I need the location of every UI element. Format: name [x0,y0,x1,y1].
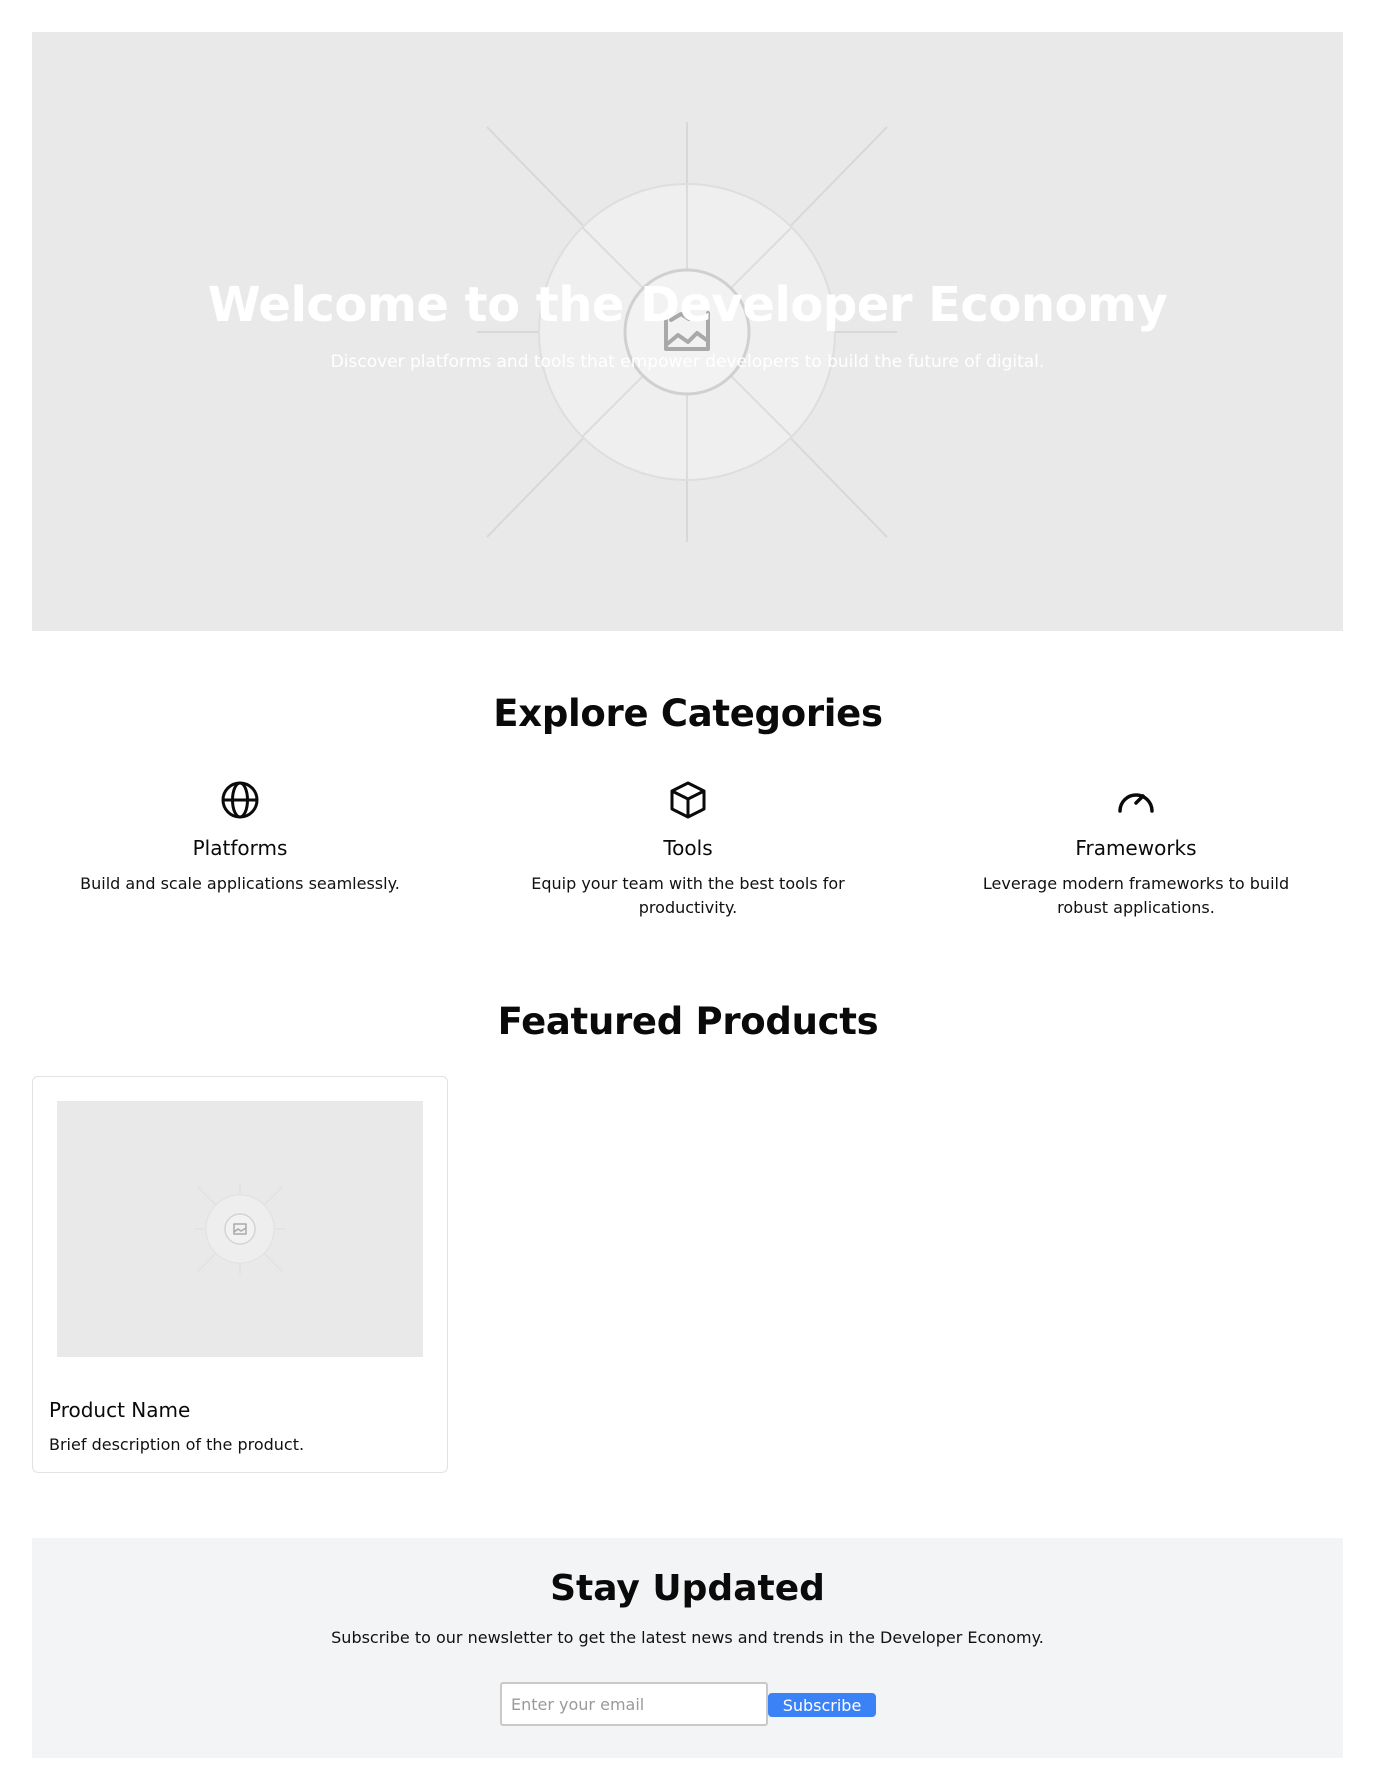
globe-icon [221,781,259,819]
hero-title: Welcome to the Developer Economy [207,277,1168,333]
image-placeholder-icon [194,1183,286,1275]
category-frameworks[interactable]: Frameworks Leverage modern frameworks to… [936,780,1336,920]
category-title: Tools [663,836,713,860]
categories-title: Explore Categories [493,692,883,735]
product-description: Brief description of the product. [49,1435,305,1454]
category-tools[interactable]: Tools Equip your team with the best tool… [488,780,888,920]
hero-subtitle: Discover platforms and tools that empowe… [330,352,1045,372]
category-description: Equip your team with the best tools for … [531,874,845,917]
featured-title: Featured Products [497,1000,879,1043]
gauge-icon [1118,793,1154,813]
category-title: Frameworks [1075,836,1197,860]
category-title: Platforms [192,836,288,860]
subscribe-button[interactable]: Subscribe [768,1693,876,1717]
product-name: Product Name [49,1398,191,1422]
category-description: Leverage modern frameworks to build robu… [982,874,1290,917]
newsletter-description: Subscribe to our newsletter to get the l… [331,1628,1044,1647]
newsletter-section: Stay Updated Subscribe to our newsletter… [32,1538,1343,1758]
newsletter-title: Stay Updated [550,1568,825,1609]
product-image [57,1101,423,1357]
category-description: Build and scale applications seamlessly. [80,874,400,893]
cube-icon [670,781,706,819]
product-card[interactable]: Product Name Brief description of the pr… [32,1076,448,1473]
email-input[interactable] [500,1682,768,1726]
hero-banner: Welcome to the Developer Economy Discove… [32,32,1343,631]
category-platforms[interactable]: Platforms Build and scale applications s… [40,780,440,896]
